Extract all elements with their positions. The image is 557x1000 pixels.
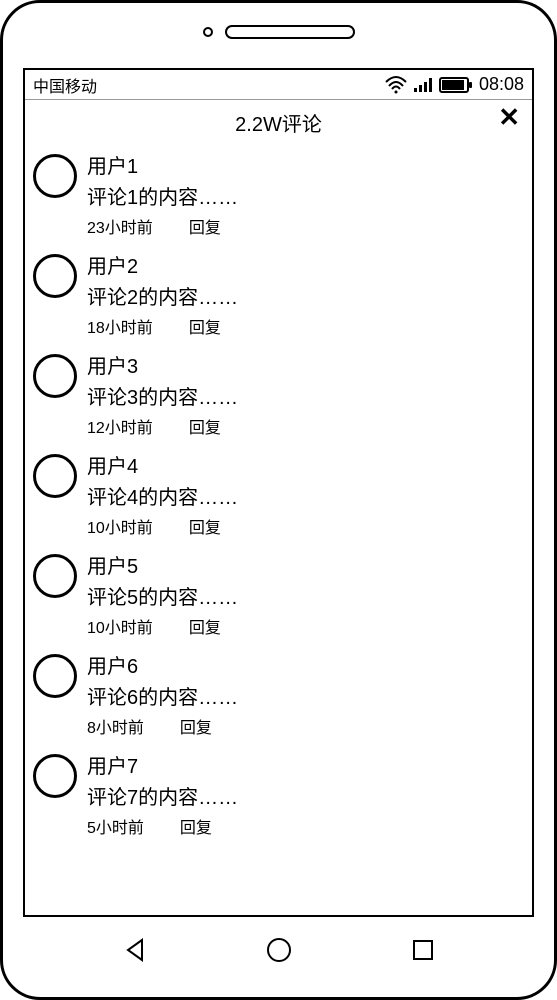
comments-title: 2.2W评论	[235, 108, 322, 137]
username[interactable]: 用户2	[87, 250, 520, 279]
username[interactable]: 用户3	[87, 350, 520, 379]
comment-body: 用户5 评论5的内容…… 10小时前 回复	[87, 550, 520, 638]
comment-text: 评论6的内容……	[87, 681, 520, 710]
comment-body: 用户3 评论3的内容…… 12小时前 回复	[87, 350, 520, 438]
username[interactable]: 用户1	[87, 150, 520, 179]
comment-item: 用户4 评论4的内容…… 10小时前 回复	[33, 444, 520, 544]
avatar[interactable]	[33, 254, 77, 298]
username[interactable]: 用户6	[87, 650, 520, 679]
speaker-slot	[225, 25, 355, 39]
carrier-label: 中国移动	[33, 73, 97, 97]
reply-button[interactable]: 回复	[189, 414, 221, 438]
comment-text: 评论5的内容……	[87, 581, 520, 610]
speaker-area	[203, 25, 355, 39]
avatar[interactable]	[33, 354, 77, 398]
avatar[interactable]	[33, 154, 77, 198]
comment-item: 用户5 评论5的内容…… 10小时前 回复	[33, 544, 520, 644]
comment-meta: 8小时前 回复	[87, 714, 520, 738]
comment-meta: 5小时前 回复	[87, 814, 520, 838]
comment-item: 用户6 评论6的内容…… 8小时前 回复	[33, 644, 520, 744]
signal-icon	[413, 77, 433, 93]
recent-button[interactable]	[411, 938, 435, 962]
navigation-bar	[3, 925, 554, 975]
comment-item: 用户3 评论3的内容…… 12小时前 回复	[33, 344, 520, 444]
comment-time: 23小时前	[87, 214, 153, 238]
comment-meta: 10小时前 回复	[87, 514, 520, 538]
reply-button[interactable]: 回复	[189, 214, 221, 238]
comment-text: 评论3的内容……	[87, 381, 520, 410]
status-icons: 08:08	[385, 74, 524, 95]
reply-button[interactable]: 回复	[189, 514, 221, 538]
comment-body: 用户1 评论1的内容…… 23小时前 回复	[87, 150, 520, 238]
comment-meta: 18小时前 回复	[87, 314, 520, 338]
avatar[interactable]	[33, 654, 77, 698]
avatar[interactable]	[33, 754, 77, 798]
comment-body: 用户2 评论2的内容…… 18小时前 回复	[87, 250, 520, 338]
back-button[interactable]	[122, 937, 148, 963]
comment-meta: 12小时前 回复	[87, 414, 520, 438]
comment-time: 10小时前	[87, 514, 153, 538]
reply-button[interactable]: 回复	[180, 714, 212, 738]
username[interactable]: 用户4	[87, 450, 520, 479]
time-label: 08:08	[479, 74, 524, 95]
phone-frame: 中国移动	[0, 0, 557, 1000]
comment-body: 用户7 评论7的内容…… 5小时前 回复	[87, 750, 520, 838]
comment-text: 评论2的内容……	[87, 281, 520, 310]
comment-item: 用户7 评论7的内容…… 5小时前 回复	[33, 744, 520, 844]
reply-button[interactable]: 回复	[189, 614, 221, 638]
comment-text: 评论4的内容……	[87, 481, 520, 510]
comment-time: 5小时前	[87, 814, 144, 838]
avatar[interactable]	[33, 454, 77, 498]
comment-item: 用户2 评论2的内容…… 18小时前 回复	[33, 244, 520, 344]
reply-button[interactable]: 回复	[180, 814, 212, 838]
screen: 中国移动	[23, 68, 534, 917]
comment-body: 用户6 评论6的内容…… 8小时前 回复	[87, 650, 520, 738]
comment-item: 用户1 评论1的内容…… 23小时前 回复	[33, 144, 520, 244]
home-button[interactable]	[265, 936, 293, 964]
username[interactable]: 用户5	[87, 550, 520, 579]
avatar[interactable]	[33, 554, 77, 598]
comment-body: 用户4 评论4的内容…… 10小时前 回复	[87, 450, 520, 538]
username[interactable]: 用户7	[87, 750, 520, 779]
comment-text: 评论1的内容……	[87, 181, 520, 210]
comment-time: 18小时前	[87, 314, 153, 338]
comment-meta: 23小时前 回复	[87, 214, 520, 238]
speaker-dot	[203, 27, 213, 37]
comment-text: 评论7的内容……	[87, 781, 520, 810]
comments-list[interactable]: 用户1 评论1的内容…… 23小时前 回复 用户2 评论2的内容…… 18小时前…	[25, 144, 532, 915]
comment-time: 8小时前	[87, 714, 144, 738]
comment-time: 12小时前	[87, 414, 153, 438]
battery-icon	[439, 77, 473, 93]
reply-button[interactable]: 回复	[189, 314, 221, 338]
comment-time: 10小时前	[87, 614, 153, 638]
comments-header: 2.2W评论 ✕	[25, 100, 532, 144]
status-bar: 中国移动	[25, 70, 532, 100]
close-button[interactable]: ✕	[498, 104, 520, 130]
wifi-icon	[385, 76, 407, 94]
comment-meta: 10小时前 回复	[87, 614, 520, 638]
